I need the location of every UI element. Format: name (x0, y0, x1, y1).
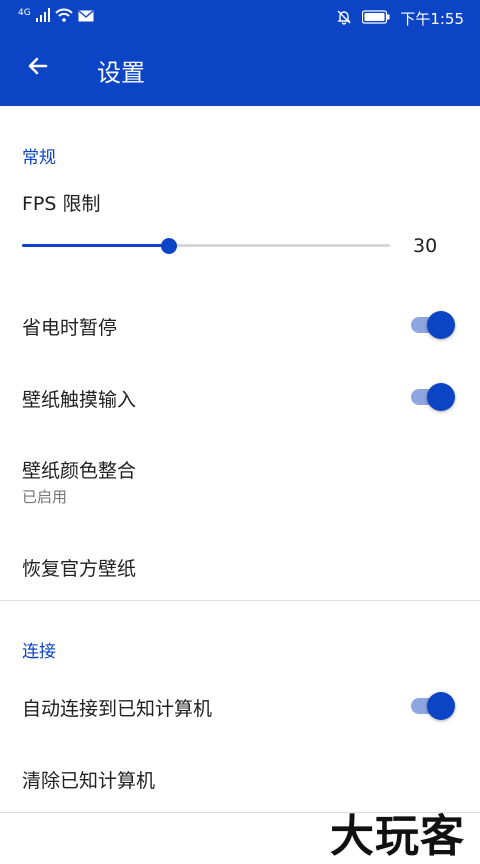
network-type: 4G (18, 8, 31, 18)
app-bar: 4G 下午1:55 设置 (0, 0, 480, 106)
signal-icon (35, 8, 50, 26)
pause-on-battery-saver-switch[interactable] (411, 311, 455, 339)
toolbar: 设置 (0, 34, 480, 106)
switch-thumb (427, 383, 455, 411)
fps-limit-slider[interactable] (22, 235, 390, 257)
wallpaper-touch-input-label: 壁纸触摸输入 (22, 389, 137, 411)
clock: 下午1:55 (400, 10, 464, 28)
section-divider (0, 600, 480, 601)
restore-official-wallpaper-item[interactable]: 恢复官方壁纸 (22, 554, 136, 581)
auto-connect-switch[interactable] (411, 692, 455, 720)
fps-limit-value: 30 (413, 235, 438, 257)
switch-thumb (427, 692, 455, 720)
wallpaper-color-integration-label[interactable]: 壁纸颜色整合 (22, 456, 136, 483)
wifi-icon (54, 8, 73, 26)
battery-icon (362, 9, 390, 28)
wallpaper-color-integration-summary: 已启用 (22, 488, 68, 506)
auto-connect-label: 自动连接到已知计算机 (22, 698, 213, 720)
status-left: 4G (18, 8, 94, 26)
page-title: 设置 (97, 59, 145, 87)
pause-on-battery-saver-label: 省电时暂停 (22, 317, 118, 339)
slider-thumb[interactable] (161, 238, 178, 254)
watermark-logo: 大玩客 (330, 811, 465, 862)
status-bar: 4G 下午1:55 (0, 0, 480, 34)
section-header-connection: 连接 (22, 642, 56, 662)
wallpaper-touch-input-switch[interactable] (411, 383, 455, 411)
status-right: 下午1:55 (336, 8, 464, 29)
arrow-back-icon (26, 54, 50, 82)
switch-thumb (427, 311, 455, 339)
slider-fill (22, 244, 170, 247)
section-header-general: 常规 (22, 148, 56, 168)
back-button[interactable] (16, 46, 60, 90)
clear-known-computers-item[interactable]: 清除已知计算机 (22, 766, 155, 793)
fps-limit-label: FPS 限制 (22, 193, 101, 215)
bell-off-icon (336, 9, 352, 29)
mail-icon (78, 8, 94, 26)
